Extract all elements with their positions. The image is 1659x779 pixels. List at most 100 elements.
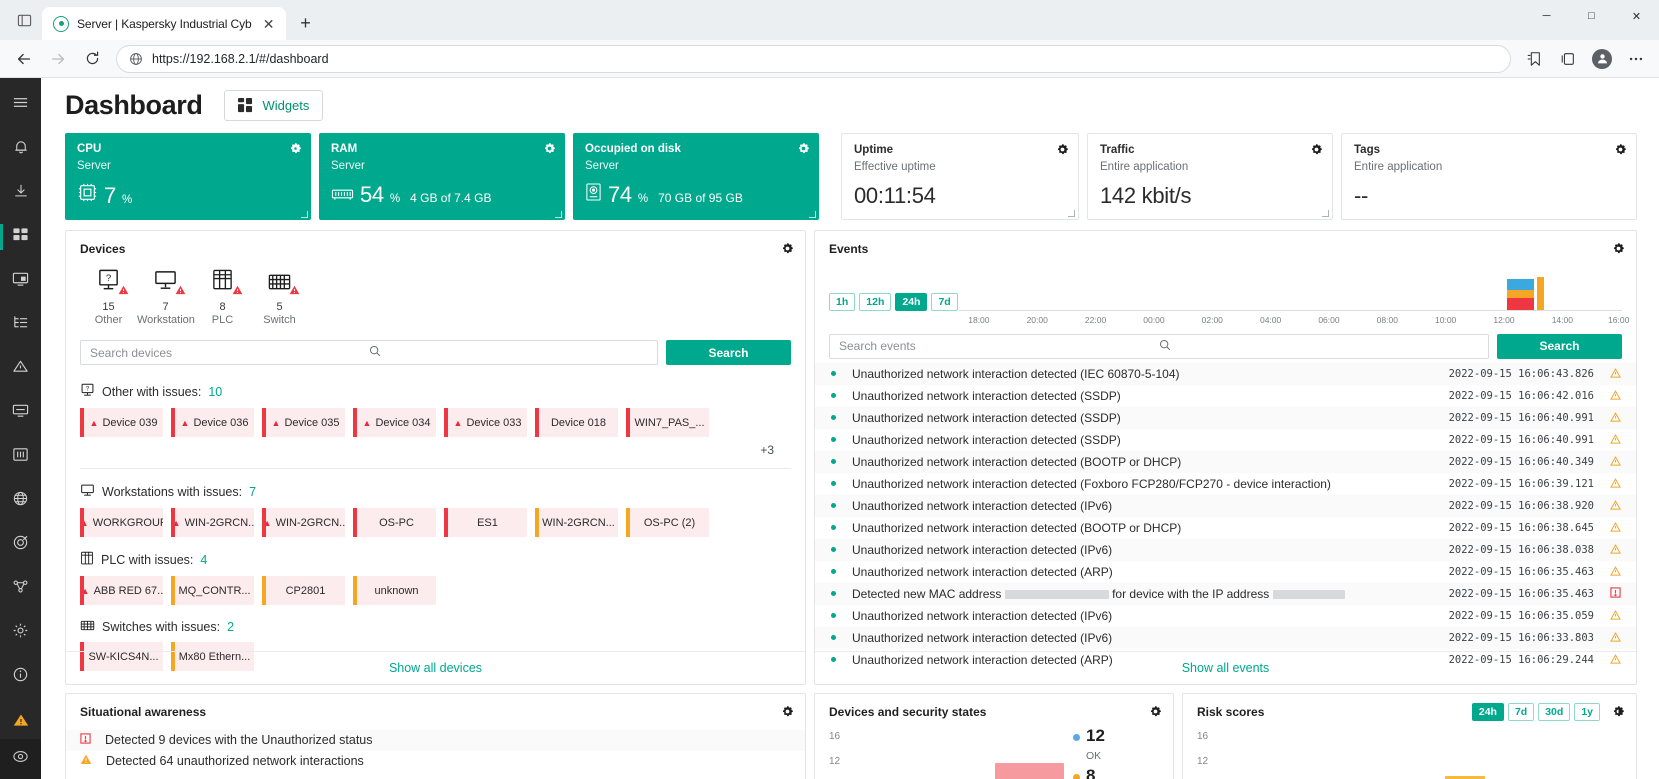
device-chip[interactable]: WIN-2GRCN... <box>535 508 618 537</box>
window-minimize-button[interactable]: ─ <box>1524 0 1569 32</box>
sidebar-item-alert[interactable] <box>0 705 41 739</box>
show-all-events-link[interactable]: Show all events <box>815 651 1636 684</box>
gear-icon[interactable] <box>1612 242 1625 260</box>
sidebar-item-account[interactable] <box>0 739 41 779</box>
window-close-button[interactable]: ✕ <box>1614 0 1659 32</box>
device-group-overflow[interactable]: +3 <box>80 443 791 457</box>
events-range-7d[interactable]: 7d <box>931 293 957 311</box>
sidebar-item-dashboard[interactable] <box>0 220 41 254</box>
bar-critical[interactable] <box>995 763 1064 779</box>
sidebar-item-settings[interactable] <box>0 616 41 650</box>
table-row[interactable]: Unauthorized network interaction detecte… <box>815 539 1636 561</box>
resize-handle[interactable] <box>555 211 562 218</box>
table-row[interactable]: Unauthorized network interaction detecte… <box>815 627 1636 649</box>
search-events-input[interactable]: Search events <box>829 334 1489 359</box>
window-maximize-button[interactable]: □ <box>1569 0 1614 32</box>
resize-handle[interactable] <box>301 211 308 218</box>
tab-search-icon[interactable] <box>6 0 42 40</box>
device-chip[interactable]: unknown <box>353 576 436 605</box>
search-icon[interactable] <box>369 345 648 360</box>
gear-icon[interactable] <box>1056 143 1069 156</box>
table-row[interactable]: Unauthorized network interaction detecte… <box>815 473 1636 495</box>
table-row[interactable]: Unauthorized network interaction detecte… <box>815 605 1636 627</box>
sidebar-item-about[interactable] <box>0 660 41 694</box>
browser-tab[interactable]: Server | Kaspersky Industrial Cyb ✕ <box>42 7 286 40</box>
list-item[interactable]: Detected 9 devices with the Unauthorized… <box>66 730 805 751</box>
search-devices-button[interactable]: Search <box>666 340 791 365</box>
resize-handle[interactable] <box>809 211 816 218</box>
table-row[interactable]: Unauthorized network interaction detecte… <box>815 517 1636 539</box>
gear-icon[interactable] <box>1612 705 1625 723</box>
kpi-card-cpu[interactable]: CPU Server 7 % <box>65 133 311 220</box>
sidebar-item-topology[interactable] <box>0 308 41 342</box>
timeline-bar-critical-stack[interactable] <box>1507 279 1534 310</box>
favorites-icon[interactable] <box>1519 45 1549 73</box>
collections-icon[interactable] <box>1553 45 1583 73</box>
url-bar[interactable]: https://192.168.2.1/#/dashboard <box>116 45 1511 73</box>
device-type-workstation[interactable]: 7 Workstation <box>137 268 194 329</box>
kpi-card-disk[interactable]: Occupied on disk Server 74 % 70 GB of 95… <box>573 133 819 220</box>
events-range-24h[interactable]: 24h <box>895 293 927 311</box>
resize-handle[interactable] <box>1322 210 1329 217</box>
browser-settings-icon[interactable] <box>1621 45 1651 73</box>
risk-range-24h[interactable]: 24h <box>1472 703 1504 721</box>
device-chip[interactable]: WIN7_PAS_... <box>626 408 709 437</box>
kpi-card-traffic[interactable]: Traffic Entire application 142 kbit/s <box>1087 133 1333 220</box>
sidebar-item-risks[interactable] <box>0 352 41 386</box>
kpi-card-tags[interactable]: Tags Entire application -- <box>1341 133 1637 220</box>
legend-item-ok[interactable]: 12 OK <box>1073 727 1105 764</box>
gear-icon[interactable] <box>797 142 810 155</box>
legend-item-warning[interactable]: 8 <box>1073 767 1105 779</box>
widgets-button[interactable]: Widgets <box>224 90 323 121</box>
list-item[interactable]: Detected 64 unauthorized network interac… <box>66 751 805 772</box>
gear-icon[interactable] <box>1149 705 1162 723</box>
device-chip[interactable]: ▲Device 039 <box>80 408 163 437</box>
device-chip[interactable]: ▲Device 034 <box>353 408 436 437</box>
events-range-12h[interactable]: 12h <box>859 293 891 311</box>
table-row[interactable]: Unauthorized network interaction detecte… <box>815 407 1636 429</box>
gear-icon[interactable] <box>781 705 794 723</box>
sidebar-item-notifications[interactable] <box>0 132 41 166</box>
tab-close-icon[interactable]: ✕ <box>260 15 278 33</box>
risk-range-1y[interactable]: 1y <box>1574 703 1600 721</box>
device-chip[interactable]: OS-PC (2) <box>626 508 709 537</box>
resize-handle[interactable] <box>1068 210 1075 217</box>
kpi-card-uptime[interactable]: Uptime Effective uptime 00:11:54 <box>841 133 1079 220</box>
new-tab-button[interactable]: + <box>292 9 320 37</box>
search-icon[interactable] <box>1159 339 1479 354</box>
device-chip[interactable]: ▲Device 035 <box>262 408 345 437</box>
events-range-1h[interactable]: 1h <box>829 293 855 311</box>
table-row[interactable]: Unauthorized network interaction detecte… <box>815 363 1636 385</box>
sidebar-item-downloads[interactable] <box>0 176 41 210</box>
sidebar-item-connections[interactable] <box>0 572 41 606</box>
table-row[interactable]: Unauthorized network interaction detecte… <box>815 451 1636 473</box>
device-chip[interactable]: ▲WORKGROUP <box>80 508 163 537</box>
timeline-bar-warning[interactable] <box>1537 277 1544 310</box>
device-chip[interactable]: ▲WIN-2GRCN... <box>262 508 345 537</box>
risk-range-7d[interactable]: 7d <box>1508 703 1534 721</box>
table-row[interactable]: Unauthorized network interaction detecte… <box>815 429 1636 451</box>
device-chip[interactable]: ▲Device 036 <box>171 408 254 437</box>
device-chip[interactable]: Device 018 <box>535 408 618 437</box>
sidebar-item-network-map[interactable] <box>0 484 41 518</box>
gear-icon[interactable] <box>543 142 556 155</box>
profile-avatar[interactable] <box>1587 45 1617 73</box>
device-chip[interactable]: ▲ABB RED 67... <box>80 576 163 605</box>
search-events-button[interactable]: Search <box>1497 334 1622 359</box>
table-row[interactable]: Detected new MAC address for device with… <box>815 583 1636 605</box>
show-all-devices-link[interactable]: Show all devices <box>66 651 805 684</box>
sidebar-item-detection[interactable] <box>0 528 41 562</box>
device-chip[interactable]: ▲WIN-2GRCN... <box>171 508 254 537</box>
device-chip[interactable]: CP2801 <box>262 576 345 605</box>
table-row[interactable]: Unauthorized network interaction detecte… <box>815 561 1636 583</box>
gear-icon[interactable] <box>289 142 302 155</box>
forward-icon[interactable] <box>42 44 74 74</box>
bar-risk-2[interactable] <box>1445 776 1485 779</box>
sidebar-item-monitoring[interactable] <box>0 396 41 430</box>
table-row[interactable]: Unauthorized network interaction detecte… <box>815 385 1636 407</box>
device-chip[interactable]: ES1 <box>444 508 527 537</box>
device-type-plc[interactable]: 8 PLC <box>194 268 251 329</box>
device-type-switch[interactable]: 5 Switch <box>251 268 308 329</box>
risk-range-30d[interactable]: 30d <box>1538 703 1570 721</box>
device-chip[interactable]: MQ_CONTR... <box>171 576 254 605</box>
